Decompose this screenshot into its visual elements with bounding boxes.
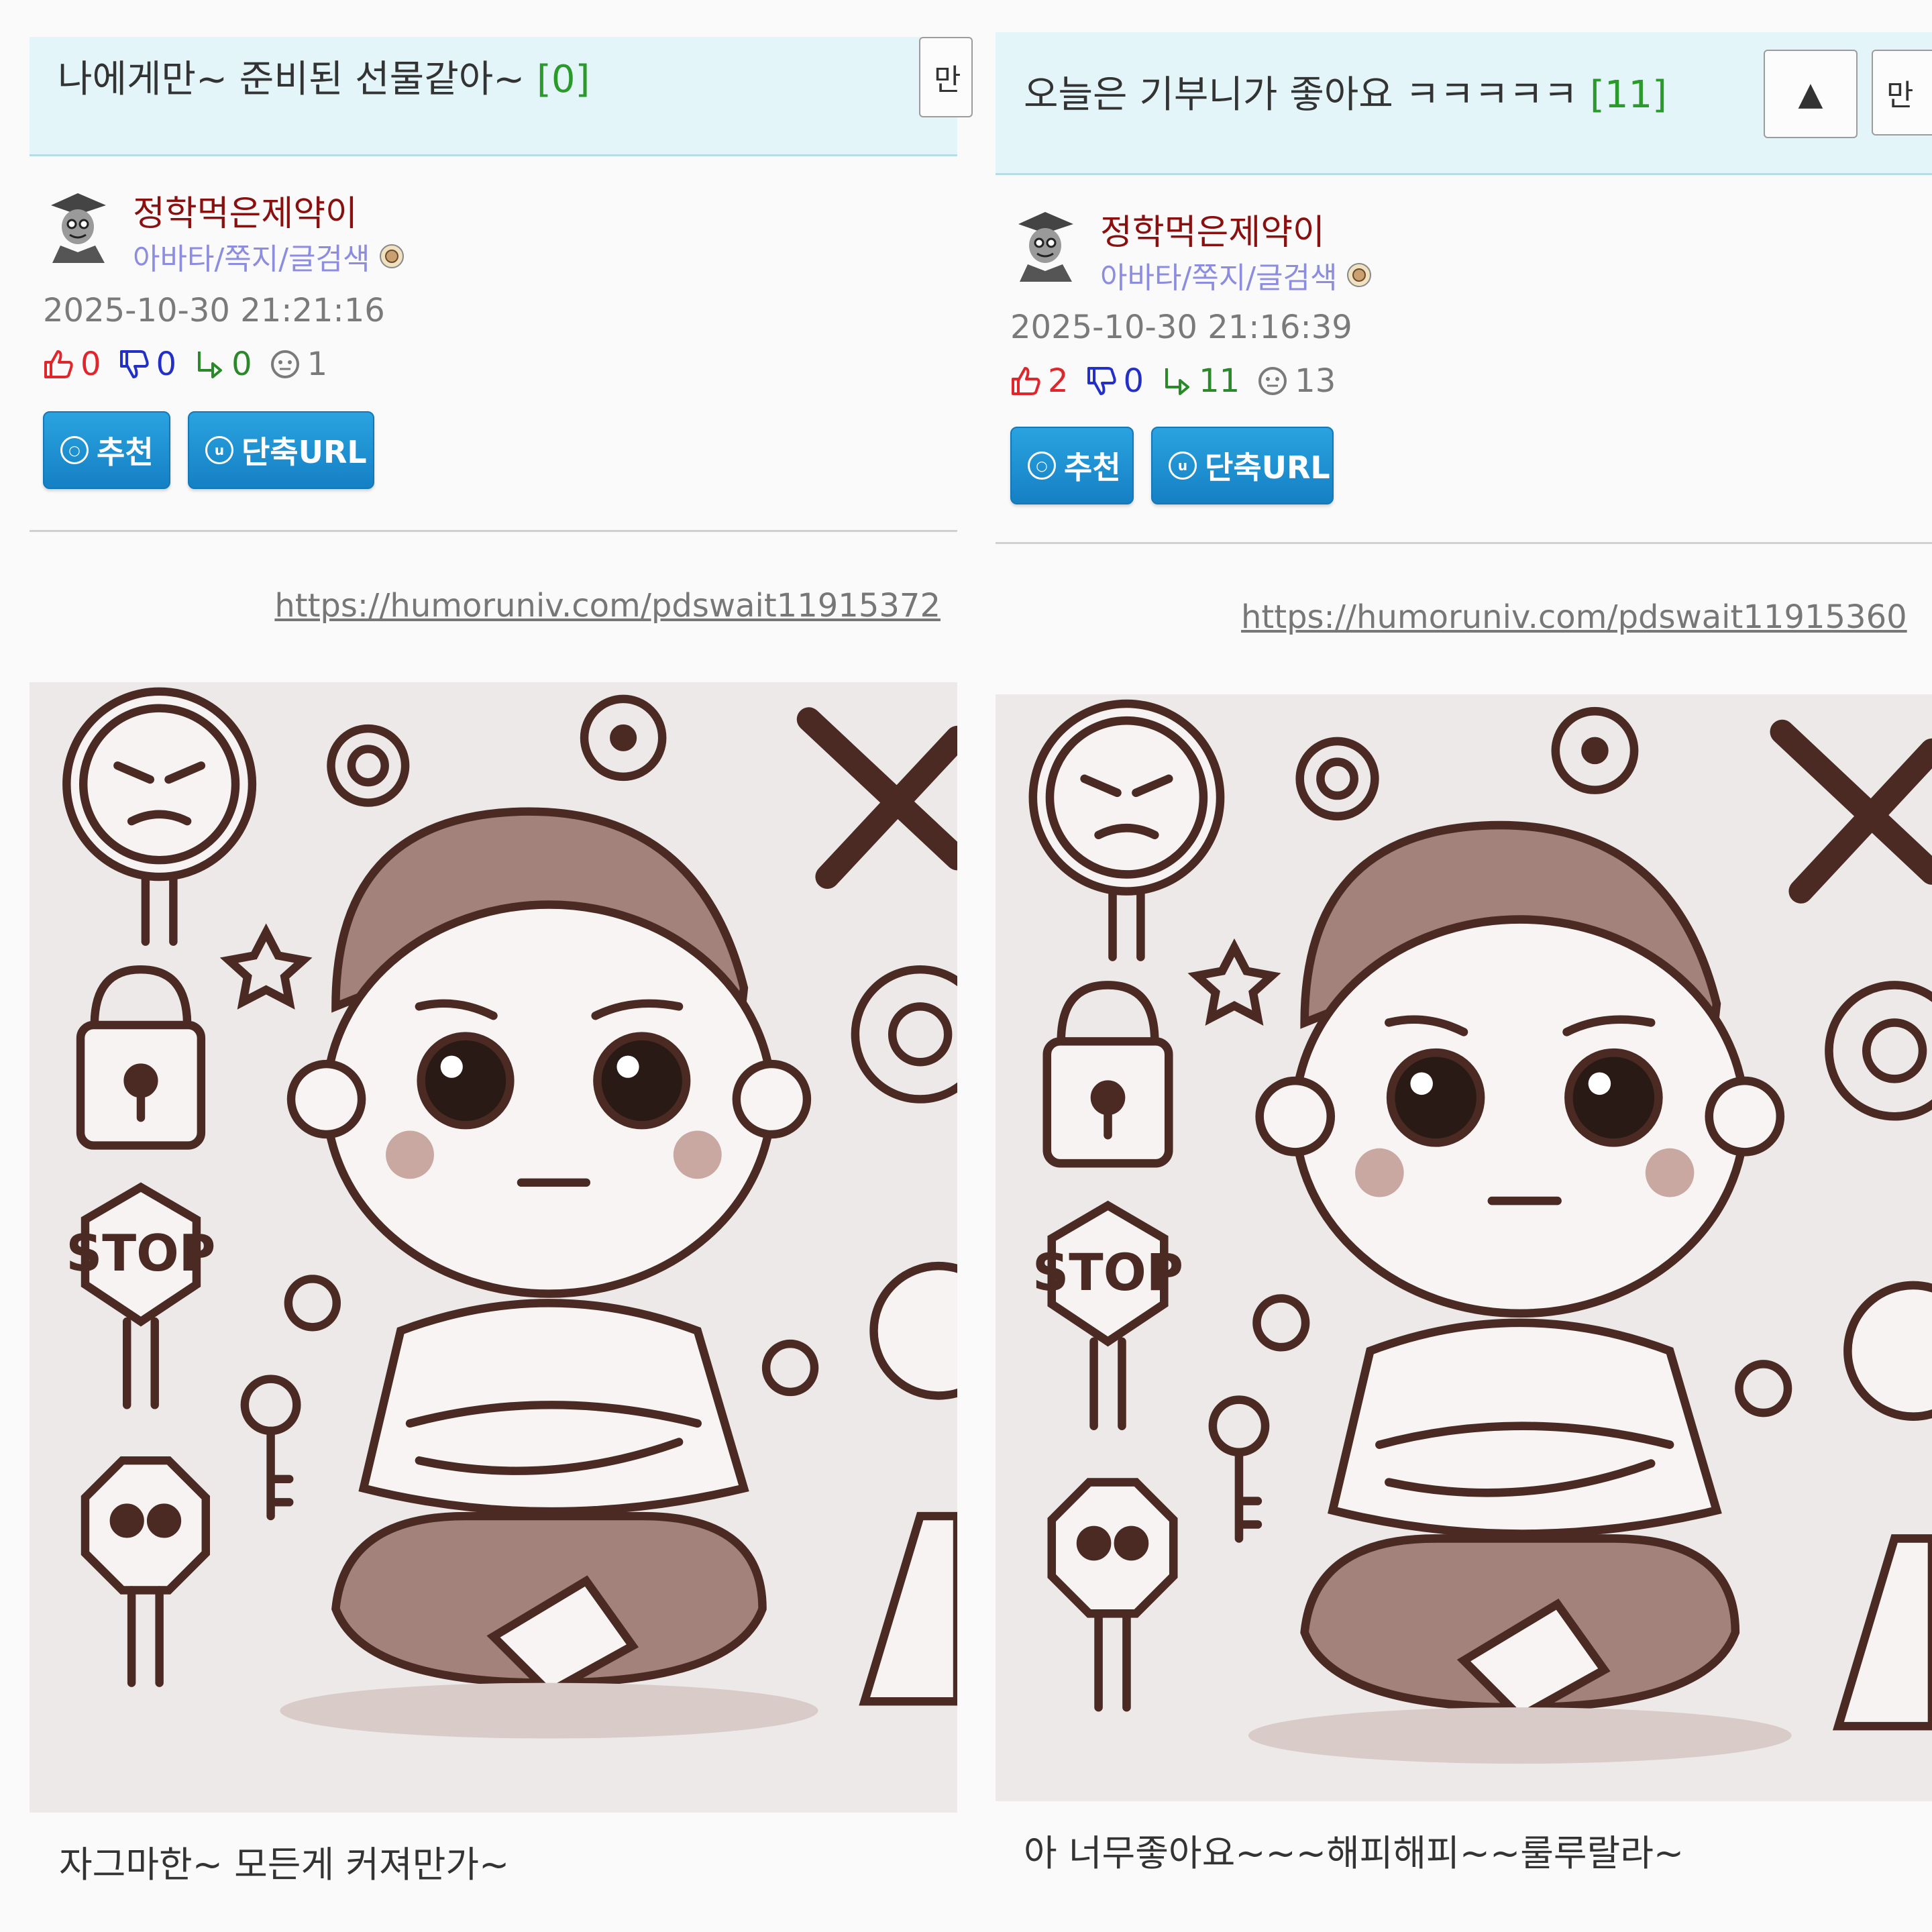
- more-button[interactable]: 만: [1872, 50, 1932, 136]
- view-face-icon: [1258, 367, 1287, 395]
- shorturl-button[interactable]: u 단축URL: [1151, 427, 1334, 504]
- view-face-icon: [270, 350, 299, 378]
- post-title: 나에게만~ 준비된 선물같아~ [0]: [58, 49, 590, 103]
- dislike-stat[interactable]: 0: [117, 345, 177, 383]
- source-link[interactable]: https://humoruniv.com/pdswait11915360: [1241, 598, 1907, 636]
- stop-sign-text: STOP: [1032, 1243, 1183, 1302]
- like-stat[interactable]: 2: [1009, 362, 1069, 400]
- post-title-text: 오늘은 기부니가 좋아요 ㅋㅋㅋㅋㅋ: [1024, 73, 1578, 117]
- view-stat: 13: [1256, 362, 1336, 400]
- thumbs-down-icon: [119, 350, 149, 378]
- reply-stat[interactable]: 0: [193, 345, 252, 383]
- view-stat: 1: [268, 345, 328, 383]
- dislike-count: 0: [156, 345, 177, 383]
- grumpy-boy-illustration: STOP: [996, 694, 1932, 1801]
- post-date: 2025-10-30 21:16:39: [1010, 309, 1352, 346]
- like-count: 0: [80, 345, 101, 383]
- comment-count[interactable]: [0]: [537, 58, 590, 101]
- thumbs-up-icon: [44, 350, 73, 378]
- author-name[interactable]: 정학먹은제약이: [133, 185, 358, 235]
- post-illustration[interactable]: STOP: [30, 682, 957, 1813]
- reply-stat[interactable]: 11: [1160, 362, 1240, 400]
- scroll-up-button[interactable]: ▲: [1764, 50, 1858, 138]
- post-panel-right: 오늘은 기부니가 좋아요 ㅋㅋㅋㅋㅋ [11] ▲ 만 정학먹은제약이 아바타/…: [986, 0, 1932, 1932]
- post-header: 나에게만~ 준비된 선물같아~ [0]: [30, 37, 957, 156]
- divider: [30, 530, 957, 532]
- view-count: 13: [1295, 362, 1336, 400]
- shorturl-label: 단축URL: [1205, 449, 1330, 486]
- post-title: 오늘은 기부니가 좋아요 ㅋㅋㅋㅋㅋ [11]: [1024, 64, 1667, 119]
- divider: [996, 542, 1932, 544]
- url-circle-icon: u: [1169, 451, 1197, 480]
- like-stat[interactable]: 0: [42, 345, 101, 383]
- thumbs-down-icon: [1087, 367, 1116, 395]
- recommend-button[interactable]: ○ 추천: [1010, 427, 1134, 504]
- post-stats: 0 0 0 1: [42, 345, 343, 383]
- like-count: 2: [1048, 362, 1069, 400]
- recommend-label: 추천: [1064, 449, 1121, 486]
- shorturl-button[interactable]: u 단축URL: [188, 411, 374, 489]
- view-count: 1: [307, 345, 328, 383]
- recommend-circle-icon: ○: [1028, 451, 1056, 480]
- recommend-circle-icon: ○: [60, 436, 89, 464]
- recommend-label: 추천: [97, 434, 154, 470]
- source-link[interactable]: https://humoruniv.com/pdswait11915372: [274, 587, 941, 625]
- badge-icon: [379, 244, 404, 268]
- badge-icon: [1346, 263, 1371, 287]
- grumpy-boy-illustration: STOP: [30, 682, 957, 1813]
- comment-count[interactable]: [11]: [1590, 73, 1667, 117]
- post-date: 2025-10-30 21:21:16: [43, 292, 385, 329]
- dislike-stat[interactable]: 0: [1085, 362, 1144, 400]
- more-button[interactable]: 만: [919, 37, 973, 117]
- post-header: 오늘은 기부니가 좋아요 ㅋㅋㅋㅋㅋ [11] ▲ 만: [996, 32, 1932, 175]
- author-links-text[interactable]: 아바타/쪽지/글검색: [1100, 254, 1338, 297]
- post-body-text: 자그마한~ 모든게 커져만가~: [59, 1843, 510, 1886]
- reply-arrow-icon: [198, 352, 223, 378]
- avatar-icon[interactable]: [1010, 207, 1080, 282]
- post-title-text: 나에게만~ 준비된 선물같아~: [58, 58, 525, 101]
- post-body-text: 아 너무좋아요~~~해피해피~~룰루랄라~: [1024, 1832, 1684, 1874]
- avatar-icon[interactable]: [43, 188, 113, 263]
- post-stats: 2 0 11 13: [1009, 362, 1352, 400]
- reply-count: 0: [231, 345, 252, 383]
- author-links[interactable]: 아바타/쪽지/글검색: [1100, 254, 1373, 297]
- author-name[interactable]: 정학먹은제약이: [1100, 204, 1325, 254]
- reply-arrow-icon: [1165, 368, 1190, 395]
- post-illustration[interactable]: STOP: [996, 694, 1932, 1801]
- stop-sign-text: STOP: [66, 1224, 215, 1283]
- author-links[interactable]: 아바타/쪽지/글검색: [133, 235, 405, 278]
- reply-count: 11: [1199, 362, 1240, 400]
- shorturl-label: 단축URL: [241, 434, 367, 470]
- url-circle-icon: u: [205, 436, 233, 464]
- recommend-button[interactable]: ○ 추천: [43, 411, 170, 489]
- author-links-text[interactable]: 아바타/쪽지/글검색: [133, 235, 370, 278]
- thumbs-up-icon: [1012, 367, 1040, 395]
- post-panel-left: 나에게만~ 준비된 선물같아~ [0] 만 정학먹은제약이 아바타/쪽지/글검색…: [0, 0, 976, 1932]
- dislike-count: 0: [1123, 362, 1144, 400]
